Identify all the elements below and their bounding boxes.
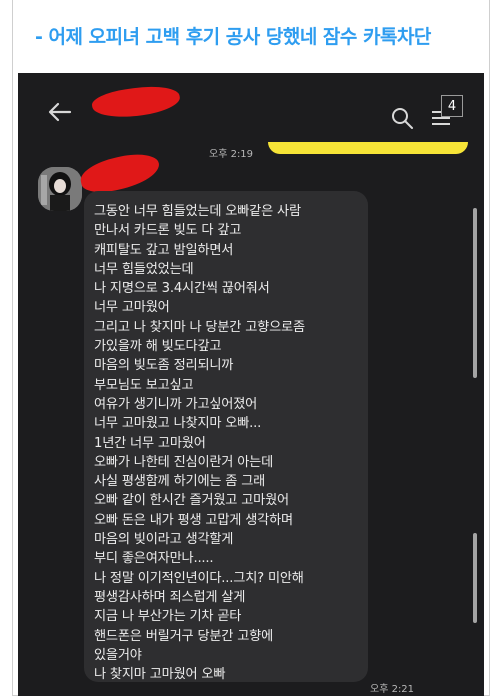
message-line: 사실 평생함께 하기에는 좀 그래: [94, 474, 266, 490]
avatar[interactable]: [38, 167, 82, 211]
message-line: 핸드폰은 버릴거구 당분간 고향에: [94, 628, 274, 644]
message-line: 그동안 너무 힘들었는데 오빠같은 사람: [94, 204, 301, 219]
chat-screen: 4 오후 2:19 그동안 너무 힘들었는데 오빠같은 사람만나서 카드론 빚도…: [18, 73, 484, 696]
message-line: 너무 고마웠고 나찾지마 오빠...: [94, 416, 262, 432]
message-line: 부모님도 보고싶고: [94, 377, 194, 393]
message-time: 오후 2:21: [370, 684, 415, 695]
message-line: 너무 고마웠어: [94, 300, 170, 316]
unread-count-badge: 4: [441, 95, 463, 117]
message-line: 마음의 빚이라고 생각할게: [94, 532, 234, 548]
message-line: 지금 나 부산가는 기차 곧타: [94, 609, 242, 625]
redacted-contact-name: [90, 82, 182, 122]
message-line: 오빠 돈은 내가 평생 고맙게 생각하며: [94, 512, 293, 528]
back-arrow-icon[interactable]: [46, 98, 74, 126]
message-line: 만나서 카드론 빚도 다 갚고: [94, 223, 242, 239]
message-line: 나 정말 이기적인년이다...그치? 미안해: [94, 570, 304, 586]
message-line: 부디 좋은여자만나.....: [94, 551, 214, 567]
message-time: 오후 2:19: [209, 149, 254, 160]
message-bubble[interactable]: 그동안 너무 힘들었는데 오빠같은 사람만나서 카드론 빚도 다 갚고캐피탈도 …: [84, 191, 368, 682]
message-line: 그리고 나 찾지마 나 당분간 고향으로좀: [94, 319, 305, 335]
message-line: 캐피탈도 갚고 밤일하면서: [94, 242, 234, 258]
message-line: 1년간 너무 고마웠어: [94, 435, 206, 451]
message-line: 나 찾지마 고마웠어 오빠: [94, 667, 226, 683]
message-line: 오빠 같이 한시간 즐거웠고 고마웠어: [94, 493, 289, 509]
search-icon[interactable]: [390, 106, 414, 130]
message-line: 여유가 생기니까 가고싶어졌어: [94, 396, 258, 412]
sent-message-bubble: [268, 142, 468, 154]
scrollbar-thumb[interactable]: [473, 533, 477, 623]
message-line: 나 지명으로 3.4시간씩 끊어줘서: [94, 281, 270, 297]
scrollbar-thumb[interactable]: [473, 208, 477, 378]
redacted-sender-name: [77, 149, 163, 197]
profile-photo-icon: [38, 167, 82, 211]
message-line: 있을거야: [94, 647, 142, 663]
post-title: - 어제 오피녀 고백 후기 공사 당했네 잠수 카톡차단: [35, 26, 431, 48]
message-line: 오빠가 나한테 진심이란거 아는데: [94, 454, 274, 470]
post-title-banner: - 어제 오피녀 고백 후기 공사 당했네 잠수 카톡차단: [13, 0, 489, 70]
chat-header: 4 오후 2:19: [18, 73, 484, 160]
message-line: 가있을까 해 빚도다갚고: [94, 339, 222, 355]
message-line: 평생감사하며 죄스럽게 살게: [94, 589, 246, 605]
message-line: 마음의 빚도좀 정리되니까: [94, 358, 234, 374]
message-line: 너무 힘들었었는데: [94, 261, 194, 277]
